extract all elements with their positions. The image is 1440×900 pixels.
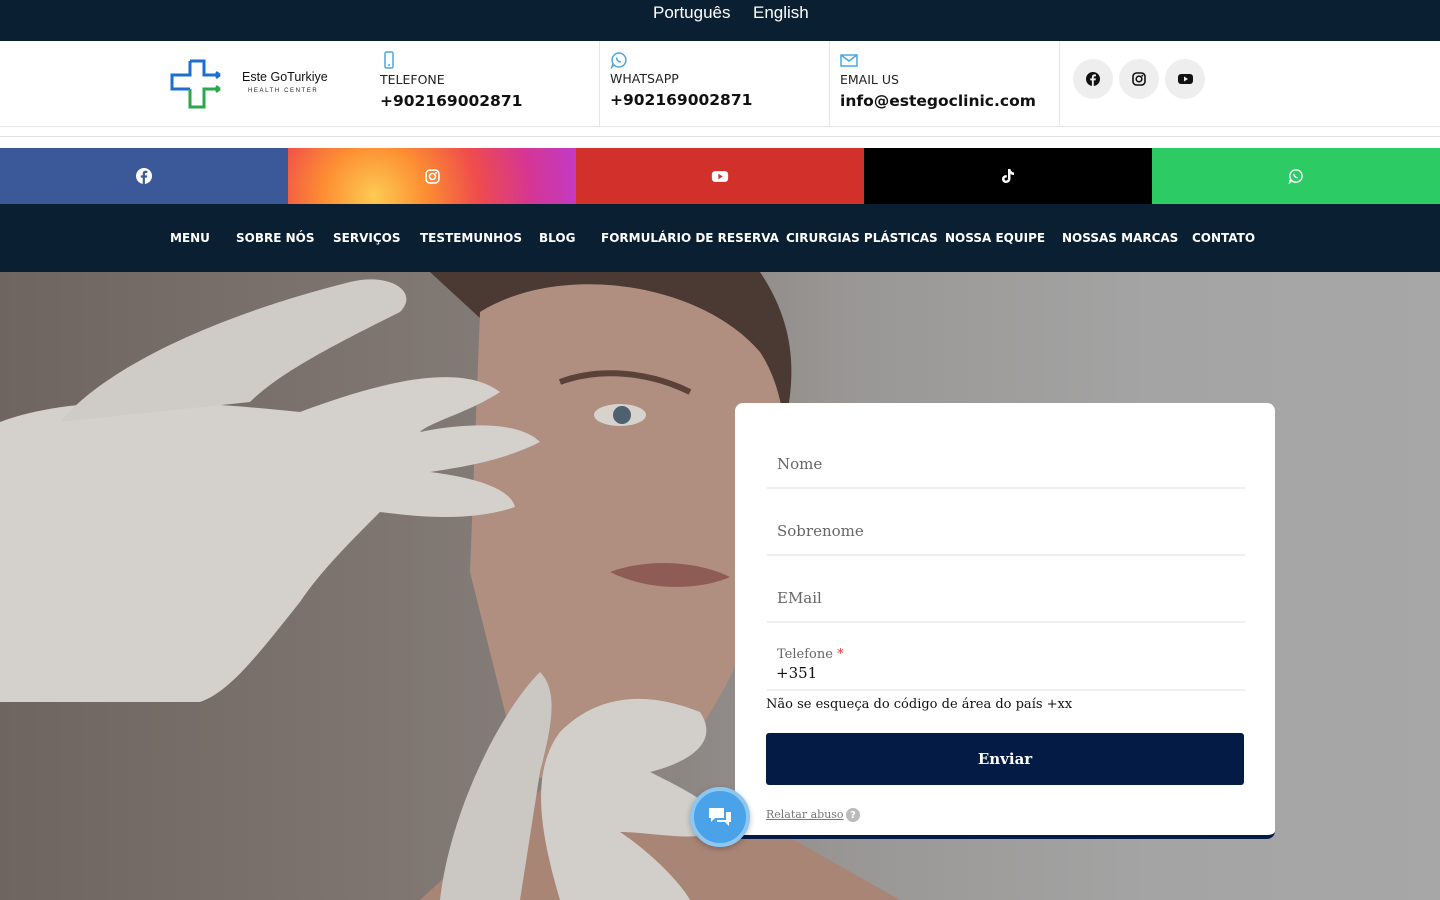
phone-field[interactable]: Telefone * +351 (767, 643, 1245, 691)
youtube-icon (711, 170, 729, 182)
mobile-phone-icon (384, 51, 394, 69)
logo-subtitle: HEALTH CENTER (248, 88, 319, 94)
contact-whatsapp: WHATSAPP +902169002871 (600, 41, 830, 127)
whatsapp-number[interactable]: +902169002871 (610, 91, 752, 109)
header-youtube-button[interactable] (1165, 59, 1205, 99)
nav-testimonials[interactable]: TESTEMUNHOS (420, 231, 522, 245)
youtube-icon (1177, 74, 1193, 84)
phone-label: TELEFONE (380, 72, 445, 87)
header-divider (0, 136, 1440, 137)
nav-blog[interactable]: BLOG (539, 231, 575, 245)
nav-about-us[interactable]: SOBRE NÓS (236, 231, 315, 245)
email-address[interactable]: info@estegoclinic.com (840, 92, 1036, 110)
email-field[interactable]: EMail (767, 577, 1245, 623)
header-facebook-button[interactable] (1073, 59, 1113, 99)
facebook-icon (1086, 72, 1100, 86)
phone-field-label-text: Telefone (777, 647, 833, 662)
strip-instagram-link[interactable] (288, 148, 576, 204)
strip-facebook-link[interactable] (0, 148, 288, 204)
contact-email: EMAIL US info@estegoclinic.com (830, 41, 1060, 127)
logo[interactable]: Este GoTurkiye HEALTH CENTER (168, 57, 338, 111)
nav-booking-form[interactable]: FORMULÁRIO DE RESERVA (601, 231, 779, 245)
help-icon[interactable]: ? (846, 808, 860, 822)
chat-bubbles-icon (709, 808, 731, 826)
contact-phone: TELEFONE +902169002871 (370, 41, 600, 127)
nav-our-brands[interactable]: NOSSAS MARCAS (1062, 231, 1178, 245)
strip-youtube-link[interactable] (576, 148, 864, 204)
strip-tiktok-link[interactable] (864, 148, 1152, 204)
nav-services[interactable]: SERVIÇOS (333, 231, 400, 245)
nav-contact[interactable]: CONTATO (1192, 231, 1255, 245)
envelope-icon (840, 54, 858, 67)
nav-plastic-surgeries[interactable]: CIRURGIAS PLÁSTICAS (786, 231, 938, 245)
nav-menu[interactable]: MENU (170, 231, 210, 245)
language-portuguese-link[interactable]: Português (653, 3, 731, 23)
phone-hint: Não se esqueça do código de área do país… (766, 697, 1073, 712)
last-name-field[interactable]: Sobrenome (767, 510, 1245, 556)
instagram-icon (424, 168, 440, 184)
social-strip (0, 148, 1440, 204)
required-mark: * (837, 647, 844, 662)
email-placeholder: EMail (777, 589, 822, 607)
header-instagram-button[interactable] (1119, 59, 1159, 99)
tiktok-icon (1002, 169, 1014, 183)
site-header: Este GoTurkiye HEALTH CENTER TELEFONE +9… (0, 41, 1440, 127)
whatsapp-icon (1288, 169, 1303, 184)
whatsapp-icon (610, 52, 627, 69)
phone-number[interactable]: +902169002871 (380, 92, 522, 110)
medical-cross-logo-icon (170, 59, 221, 109)
logo-name: Este GoTurkiye (242, 70, 328, 84)
strip-whatsapp-link[interactable] (1152, 148, 1440, 204)
nav-our-team[interactable]: NOSSA EQUIPE (945, 231, 1045, 245)
first-name-field[interactable]: Nome (767, 443, 1245, 489)
facebook-icon (136, 168, 152, 184)
contact-form-card: Nome Sobrenome EMail Telefone * +351 Não… (735, 403, 1275, 839)
phone-field-label: Telefone * (777, 647, 844, 662)
whatsapp-label: WHATSAPP (610, 71, 679, 86)
email-label: EMAIL US (840, 72, 899, 87)
last-name-placeholder: Sobrenome (777, 522, 864, 540)
chat-widget-button[interactable] (690, 787, 750, 847)
language-english-link[interactable]: English (753, 3, 809, 23)
main-navigation: MENU SOBRE NÓS SERVIÇOS TESTEMUNHOS BLOG… (0, 204, 1440, 272)
first-name-placeholder: Nome (777, 455, 823, 473)
report-abuse-link[interactable]: Relatar abuso (766, 808, 844, 821)
instagram-icon (1132, 72, 1146, 86)
language-bar: Português English (0, 0, 1440, 41)
submit-button[interactable]: Enviar (766, 733, 1244, 785)
phone-field-value: +351 (776, 664, 818, 682)
